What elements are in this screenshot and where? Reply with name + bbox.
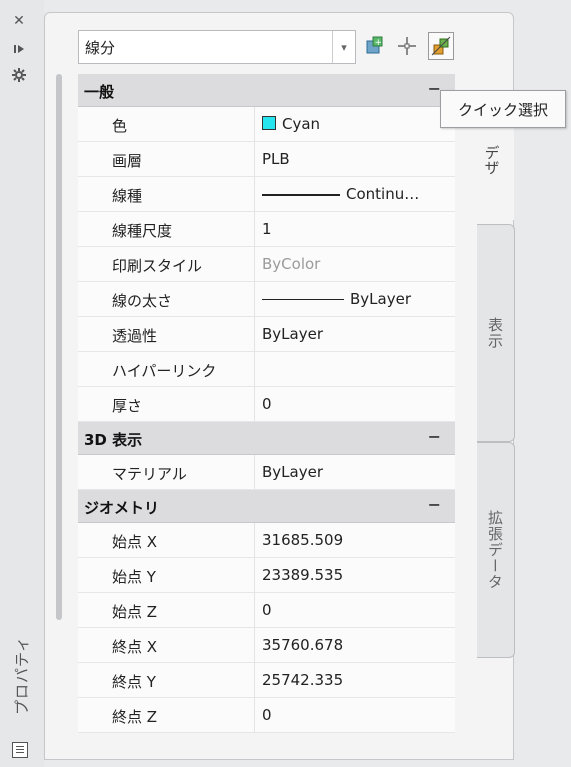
quick-select-icon[interactable] xyxy=(428,32,454,60)
select-objects-icon[interactable] xyxy=(394,32,420,60)
prop-row-transparency[interactable]: 透過性 ByLayer xyxy=(78,317,455,352)
section-3d-view[interactable]: 3D 表示 − xyxy=(78,422,455,455)
prop-row-start-x[interactable]: 始点 X 31685.509 xyxy=(78,523,455,558)
svg-text:+: + xyxy=(375,38,383,48)
prop-row-linetype[interactable]: 線種 Continu… xyxy=(78,177,455,212)
prop-row-plot-style[interactable]: 印刷スタイル ByColor xyxy=(78,247,455,282)
prop-row-color[interactable]: 色 Cyan xyxy=(78,107,455,142)
prop-row-start-z[interactable]: 始点 Z 0 xyxy=(78,593,455,628)
prop-row-lineweight[interactable]: 線の太さ ByLayer xyxy=(78,282,455,317)
prop-row-linetype-scale[interactable]: 線種尺度 1 xyxy=(78,212,455,247)
properties-menu-icon[interactable] xyxy=(12,742,28,758)
settings-icon[interactable] xyxy=(8,66,30,84)
collapse-icon[interactable]: − xyxy=(428,495,441,514)
close-icon[interactable]: ✕ xyxy=(8,12,30,30)
chevron-down-icon[interactable]: ▾ xyxy=(332,31,355,63)
object-type-select[interactable]: 線分 ▾ xyxy=(78,30,356,64)
section-general[interactable]: 一般 − xyxy=(78,74,455,107)
tab-extended-data[interactable]: 拡張データ xyxy=(477,442,515,658)
palette-title-strip: ✕ プロパティ xyxy=(0,0,44,767)
tab-display[interactable]: 表示 xyxy=(477,224,515,442)
prop-row-layer[interactable]: 画層 PLB xyxy=(78,142,455,177)
lineweight-sample-icon xyxy=(262,299,344,300)
prop-row-thickness[interactable]: 厚さ 0 xyxy=(78,387,455,422)
section-geometry[interactable]: ジオメトリ − xyxy=(78,490,455,523)
prop-row-material[interactable]: マテリアル ByLayer xyxy=(78,455,455,490)
prop-row-start-y[interactable]: 始点 Y 23389.535 xyxy=(78,558,455,593)
prop-row-end-z[interactable]: 終点 Z 0 xyxy=(78,698,455,733)
collapse-icon[interactable]: − xyxy=(428,427,441,446)
toggle-pickadd-icon[interactable]: + xyxy=(362,32,388,60)
prop-row-end-y[interactable]: 終点 Y 25742.335 xyxy=(78,663,455,698)
linetype-sample-icon xyxy=(262,193,340,196)
property-grid: 一般 − 色 Cyan 画層 PLB 線種 Continu… 線種尺度 1 印刷… xyxy=(78,74,455,733)
vertical-scrollbar[interactable] xyxy=(56,74,62,620)
color-swatch-icon xyxy=(262,116,276,130)
prop-row-end-x[interactable]: 終点 X 35760.678 xyxy=(78,628,455,663)
prop-row-hyperlink[interactable]: ハイパーリンク xyxy=(78,352,455,387)
quick-select-tooltip: クイック選択 xyxy=(440,90,566,128)
autohide-icon[interactable] xyxy=(8,40,30,58)
collapse-icon[interactable]: − xyxy=(428,79,441,98)
object-type-value: 線分 xyxy=(85,39,116,57)
palette-title: プロパティ xyxy=(13,635,32,715)
